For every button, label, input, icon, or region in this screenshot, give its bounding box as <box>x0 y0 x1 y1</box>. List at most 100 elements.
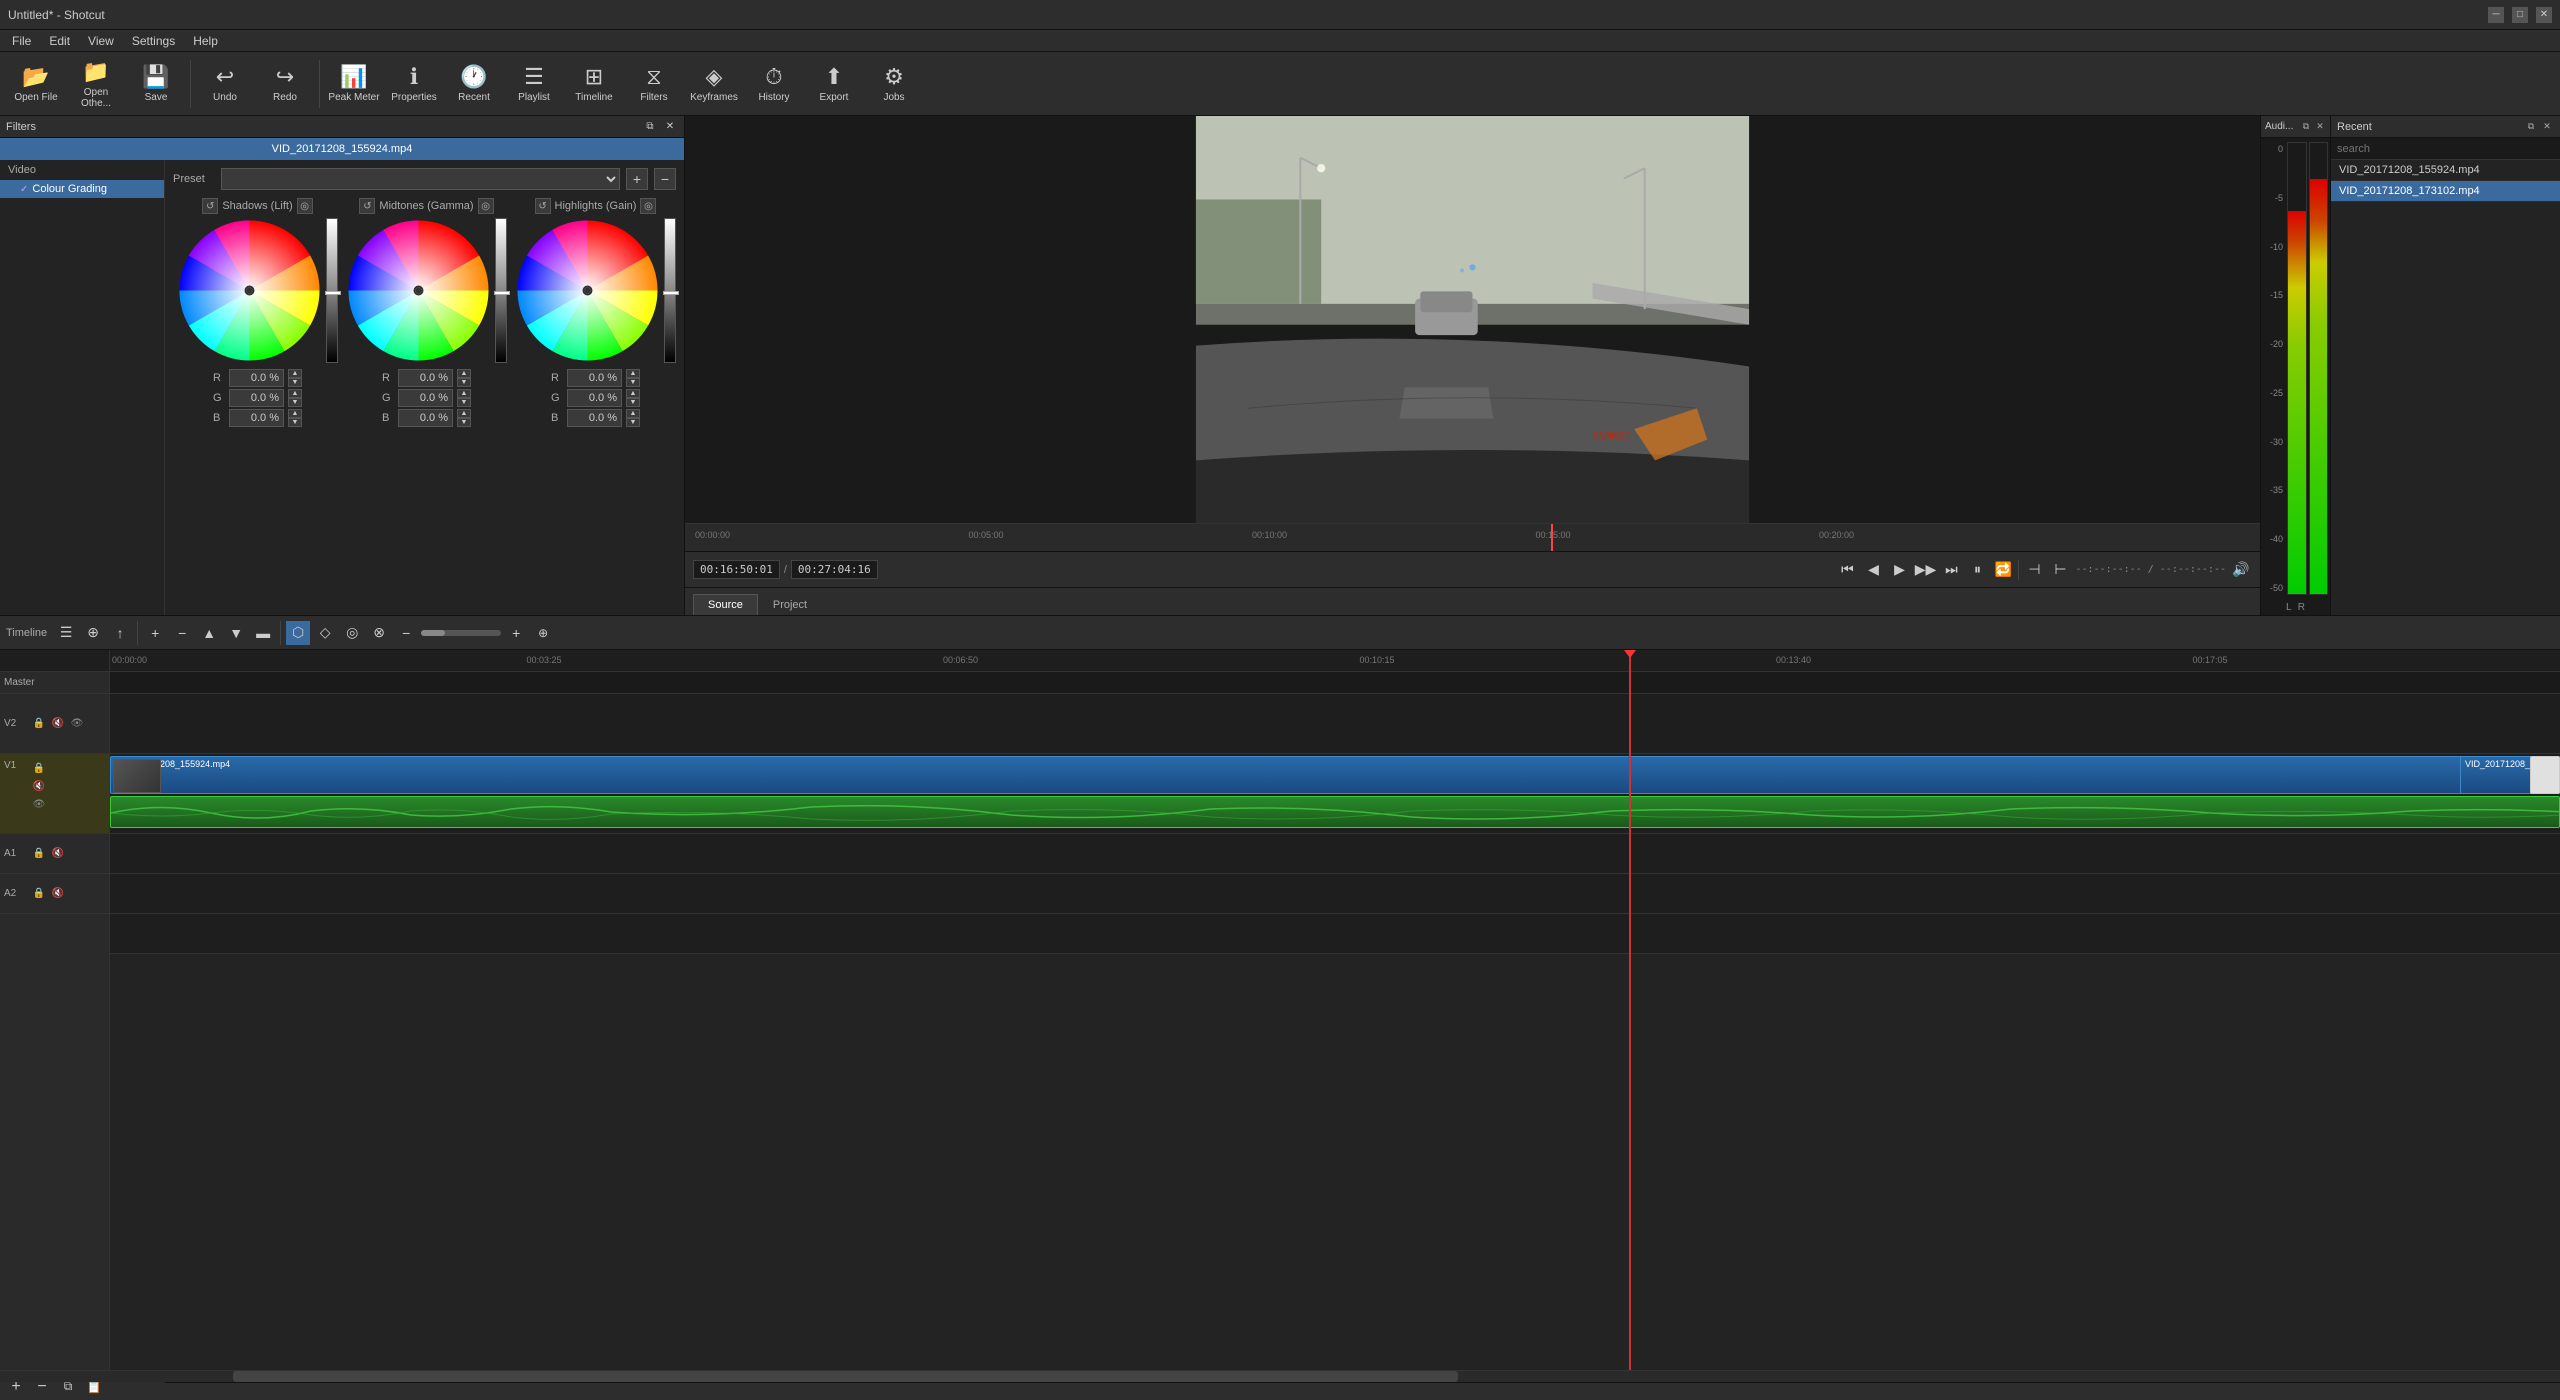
source-tab[interactable]: Source <box>693 594 758 615</box>
midtones-b-down[interactable]: ▼ <box>457 418 471 427</box>
highlights-g-up[interactable]: ▲ <box>626 389 640 398</box>
timeline-scrollbar[interactable] <box>0 1370 2560 1382</box>
peak-meter-button[interactable]: 📊 Peak Meter <box>326 55 382 113</box>
shadows-g-up[interactable]: ▲ <box>288 389 302 398</box>
recent-close-button[interactable]: ✕ <box>2540 120 2554 134</box>
v2-mute-button[interactable]: 🔇 <box>50 716 66 732</box>
v2-eye-button[interactable]: 👁 <box>69 716 85 732</box>
toggle-pause-button[interactable]: ⏸ <box>1966 559 1988 581</box>
open-other-button[interactable]: 📁 Open Othe... <box>68 55 124 113</box>
highlights-b-input[interactable] <box>567 409 622 427</box>
midtones-b-up[interactable]: ▲ <box>457 409 471 418</box>
a2-lock-button[interactable]: 🔒 <box>31 886 47 902</box>
highlights-r-input[interactable] <box>567 369 622 387</box>
ripple-button[interactable]: ◎ <box>340 621 364 645</box>
v1-mute-button[interactable]: 🔇 <box>31 778 47 794</box>
zoom-in-button[interactable]: + <box>504 621 528 645</box>
play-button[interactable]: ▶ <box>1888 559 1910 581</box>
skip-end-button[interactable]: ⏭ <box>1940 559 1962 581</box>
filters-float-button[interactable]: ⧉ <box>642 119 658 135</box>
preset-add-button[interactable]: + <box>626 168 648 190</box>
midtones-r-up[interactable]: ▲ <box>457 369 471 378</box>
shadows-g-down[interactable]: ▼ <box>288 398 302 407</box>
redo-button[interactable]: ↪ Redo <box>257 55 313 113</box>
midtones-r-down[interactable]: ▼ <box>457 378 471 387</box>
keyframes-button[interactable]: ◈ Keyframes <box>686 55 742 113</box>
midtones-g-input[interactable] <box>398 389 453 407</box>
midtones-r-input[interactable] <box>398 369 453 387</box>
highlights-r-down[interactable]: ▼ <box>626 378 640 387</box>
v1-video-clip[interactable]: VID_20171208_155924.mp4 <box>110 756 2560 794</box>
a1-mute-button[interactable]: 🔇 <box>50 846 66 862</box>
scrollbar-thumb[interactable] <box>233 1371 1458 1382</box>
remove-track-button[interactable]: − <box>170 621 194 645</box>
shadows-g-input[interactable] <box>229 389 284 407</box>
close-button[interactable]: ✕ <box>2536 7 2552 23</box>
midtones-reset-button[interactable]: ↺ <box>359 198 375 214</box>
filters-close-button[interactable]: ✕ <box>662 119 678 135</box>
v1-audio-wave[interactable] <box>110 796 2560 828</box>
menu-file[interactable]: File <box>4 32 39 50</box>
menu-edit[interactable]: Edit <box>41 32 78 50</box>
highlights-color-wheel[interactable] <box>515 218 660 363</box>
clips-view-button[interactable]: ▬ <box>251 621 275 645</box>
razor-tool-button[interactable]: ◇ <box>313 621 337 645</box>
a2-mute-button[interactable]: 🔇 <box>50 886 66 902</box>
shadows-b-up[interactable]: ▲ <box>288 409 302 418</box>
shadows-b-input[interactable] <box>229 409 284 427</box>
playlist-button[interactable]: ☰ Playlist <box>506 55 562 113</box>
highlights-reset-button[interactable]: ↺ <box>535 198 551 214</box>
highlights-b-up[interactable]: ▲ <box>626 409 640 418</box>
ripple-all-button[interactable]: ⊗ <box>367 621 391 645</box>
lift-button[interactable]: ↑ <box>108 621 132 645</box>
v1-eye-button[interactable]: 👁 <box>31 796 47 812</box>
properties-button[interactable]: ℹ Properties <box>386 55 442 113</box>
preset-select[interactable] <box>221 168 620 190</box>
menu-view[interactable]: View <box>80 32 122 50</box>
loop-button[interactable]: 🔁 <box>1992 559 2014 581</box>
shadows-eye-button[interactable]: ◎ <box>297 198 313 214</box>
recent-search-input[interactable] <box>2331 138 2560 160</box>
move-down-button[interactable]: ▼ <box>224 621 248 645</box>
shadows-r-up[interactable]: ▲ <box>288 369 302 378</box>
v1-white-clip[interactable] <box>2530 756 2560 794</box>
highlights-g-down[interactable]: ▼ <box>626 398 640 407</box>
export-button[interactable]: ⬆ Export <box>806 55 862 113</box>
move-up-button[interactable]: ▲ <box>197 621 221 645</box>
filter-colour-grading-item[interactable]: ✓ Colour Grading <box>0 180 164 198</box>
recent-float-button[interactable]: ⧉ <box>2524 120 2538 134</box>
recent-item-0[interactable]: VID_20171208_155924.mp4 <box>2331 160 2560 181</box>
zoom-fit-button[interactable]: ⊕ <box>531 621 555 645</box>
shadows-reset-button[interactable]: ↺ <box>202 198 218 214</box>
a1-lock-button[interactable]: 🔒 <box>31 846 47 862</box>
volume-button[interactable]: 🔊 <box>2230 559 2252 581</box>
audio-meter-close[interactable]: ✕ <box>2314 121 2326 133</box>
recent-item-1[interactable]: VID_20171208_173102.mp4 <box>2331 181 2560 202</box>
midtones-b-input[interactable] <box>398 409 453 427</box>
filters-button[interactable]: ⧖ Filters <box>626 55 682 113</box>
menu-settings[interactable]: Settings <box>124 32 183 50</box>
v1-lock-button[interactable]: 🔒 <box>31 760 47 776</box>
midtones-g-up[interactable]: ▲ <box>457 389 471 398</box>
minimize-button[interactable]: ─ <box>2488 7 2504 23</box>
undo-button[interactable]: ↩ Undo <box>197 55 253 113</box>
shadows-vertical-slider[interactable] <box>326 218 338 363</box>
jobs-button[interactable]: ⚙ Jobs <box>866 55 922 113</box>
open-file-button[interactable]: 📂 Open File <box>8 55 64 113</box>
highlights-vertical-slider[interactable] <box>664 218 676 363</box>
audio-meter-float[interactable]: ⧉ <box>2300 121 2312 133</box>
v2-lock-button[interactable]: 🔒 <box>31 716 47 732</box>
midtones-vertical-slider[interactable] <box>495 218 507 363</box>
midtones-eye-button[interactable]: ◎ <box>478 198 494 214</box>
highlights-g-input[interactable] <box>567 389 622 407</box>
step-forward-button[interactable]: ▶▶ <box>1914 559 1936 581</box>
project-tab[interactable]: Project <box>758 594 822 615</box>
history-button[interactable]: ⏱ History <box>746 55 802 113</box>
step-back-button[interactable]: ◀ <box>1862 559 1884 581</box>
midtones-color-wheel[interactable] <box>346 218 491 363</box>
shadows-b-down[interactable]: ▼ <box>288 418 302 427</box>
zoom-slider[interactable] <box>421 630 501 636</box>
maximize-button[interactable]: □ <box>2512 7 2528 23</box>
append-button[interactable]: ⊕ <box>81 621 105 645</box>
zoom-out-button[interactable]: − <box>394 621 418 645</box>
